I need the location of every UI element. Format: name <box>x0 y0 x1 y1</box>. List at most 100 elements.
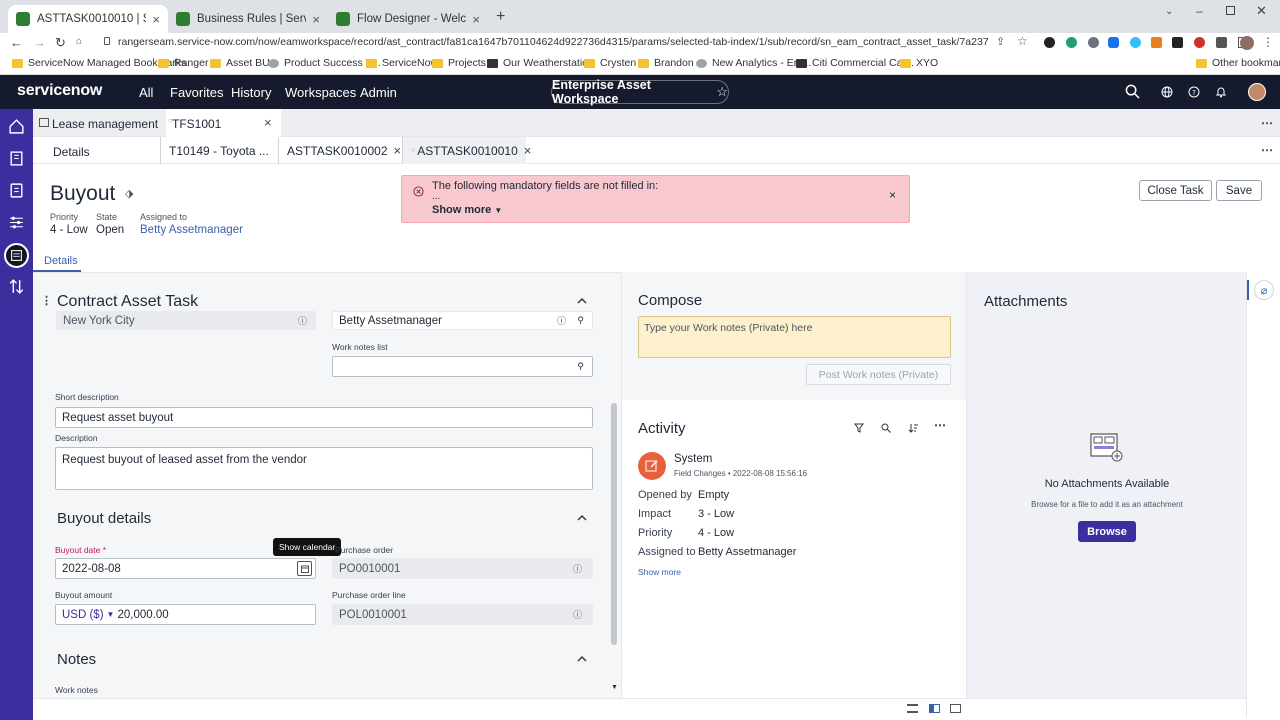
extension-icon[interactable] <box>1108 37 1119 48</box>
bookmark-item[interactable]: Citi Commercial Car... <box>796 57 914 69</box>
info-icon[interactable]: ⓘ <box>557 314 566 327</box>
tab-details[interactable]: Details <box>53 145 90 159</box>
search-icon[interactable]: ⚲ <box>577 361 584 372</box>
close-tab-icon[interactable]: × <box>394 143 402 158</box>
bookmark-item[interactable]: New Analytics - Em... <box>696 57 811 69</box>
servicenow-logo[interactable]: servicenow <box>17 82 102 100</box>
info-icon[interactable]: ⓘ <box>573 608 582 621</box>
search-icon[interactable]: ⚲ <box>577 315 584 326</box>
scroll-down-icon[interactable]: ▼ <box>611 684 618 691</box>
bookmark-item[interactable]: Asset BU <box>210 57 270 69</box>
sort-arrows-icon[interactable] <box>8 278 25 295</box>
tab-t10149[interactable]: T10149 - Toyota ... <box>160 137 278 164</box>
close-task-button[interactable]: Close Task <box>1139 180 1212 201</box>
buyout-amount-input[interactable]: USD ($) ▼ 20,000.00 <box>55 604 316 625</box>
drag-handle-icon[interactable]: ⋮ <box>41 294 52 307</box>
bookmark-item[interactable]: ServiceNow <box>366 57 438 69</box>
tab-asttask0010010[interactable]: ○ ASTTASK0010010 × <box>402 137 531 164</box>
clipboard-icon[interactable] <box>8 182 25 199</box>
home-icon[interactable] <box>8 118 25 135</box>
extension-icon[interactable] <box>1088 37 1099 48</box>
tab-lease-management[interactable]: Lease management <box>52 117 158 131</box>
collapse-chevron-icon[interactable] <box>577 655 587 662</box>
home-icon[interactable]: ⌂ <box>76 36 82 47</box>
search-icon[interactable] <box>881 423 891 433</box>
nav-admin[interactable]: Admin <box>360 85 397 100</box>
work-notes-list-field[interactable]: ⚲ <box>332 356 593 377</box>
extension-icon[interactable] <box>1151 37 1162 48</box>
sliders-icon[interactable] <box>8 214 25 231</box>
purchase-order-line-field[interactable]: POL0010001 ⓘ <box>332 604 593 625</box>
location-field[interactable]: New York City ⓘ <box>56 311 316 330</box>
favorite-star-icon[interactable]: ☆ <box>716 84 728 100</box>
collapse-chevron-icon[interactable] <box>577 514 587 521</box>
bookmark-item[interactable]: Projects <box>432 57 486 69</box>
close-alert-icon[interactable]: × <box>889 188 896 202</box>
list-view-icon[interactable] <box>907 704 918 713</box>
tab-asttask0010002[interactable]: ASTTASK0010002 × <box>278 137 402 164</box>
short-description-input[interactable]: Request asset buyout <box>55 407 593 428</box>
description-textarea[interactable]: Request buyout of leased asset from the … <box>55 447 593 490</box>
help-icon[interactable]: ? <box>1188 86 1200 98</box>
show-more-link[interactable]: Show more ▼ <box>432 204 502 216</box>
bookmark-item[interactable]: Crysten <box>584 57 636 69</box>
nav-favorites[interactable]: Favorites <box>170 85 223 100</box>
extensions-puzzle-icon[interactable] <box>1216 37 1227 48</box>
building-icon[interactable] <box>8 150 25 167</box>
close-window-icon[interactable]: ✕ <box>1256 3 1267 19</box>
search-icon[interactable] <box>1125 84 1140 99</box>
form-scrollbar[interactable] <box>611 403 617 645</box>
info-icon[interactable]: ⓘ <box>298 314 307 327</box>
minimize-icon[interactable]: – <box>1196 4 1203 18</box>
forward-icon[interactable]: → <box>33 35 46 50</box>
close-tab-icon[interactable]: × <box>152 12 160 27</box>
bookmark-star-icon[interactable]: ☆ <box>1017 34 1028 48</box>
bookmark-item[interactable]: Our Weatherstation <box>487 57 594 69</box>
back-icon[interactable]: ← <box>10 35 23 50</box>
more-icon[interactable]: ⋯ <box>1261 143 1273 157</box>
extension-icon[interactable] <box>1044 37 1055 48</box>
other-bookmarks[interactable]: Other bookmarks <box>1196 57 1280 69</box>
tab-tfs1001[interactable]: ○ TFS1001 × <box>166 109 281 137</box>
buyout-date-input[interactable]: 2022-08-08 <box>55 558 316 579</box>
browser-tab[interactable]: ASTTASK0010010 | ServiceNow × <box>8 5 168 33</box>
maximize-icon[interactable] <box>1226 6 1235 15</box>
post-work-notes-button[interactable]: Post Work notes (Private) <box>806 364 951 385</box>
browse-button[interactable]: Browse <box>1078 521 1136 542</box>
globe-icon[interactable] <box>1161 86 1173 98</box>
assigned-to-field[interactable]: Betty Assetmanager ⓘ ⚲ <box>332 311 593 330</box>
tag-icon[interactable]: ⬗ <box>125 187 133 200</box>
nav-all[interactable]: All <box>139 85 153 100</box>
reload-icon[interactable]: ↻ <box>55 35 66 51</box>
bookmark-item[interactable]: Product Success V... <box>268 57 381 69</box>
paperclip-icon[interactable]: ⌀ <box>1254 280 1274 300</box>
extension-icon[interactable] <box>1066 37 1077 48</box>
address-bar[interactable]: rangerseam.service-now.com/now/eamworksp… <box>118 36 988 48</box>
save-button[interactable]: Save <box>1216 180 1262 201</box>
new-tab-icon[interactable]: + <box>496 8 505 26</box>
assigned-link[interactable]: Betty Assetmanager <box>140 224 243 236</box>
close-tab-icon[interactable]: × <box>472 12 480 27</box>
more-icon[interactable]: ⋯ <box>1261 116 1273 130</box>
currency-select[interactable]: USD ($) <box>62 609 104 621</box>
nav-history[interactable]: History <box>231 85 271 100</box>
filter-icon[interactable] <box>854 423 864 433</box>
close-tab-icon[interactable]: × <box>312 12 320 27</box>
single-view-icon[interactable] <box>950 704 961 713</box>
nav-workspaces[interactable]: Workspaces <box>285 85 356 100</box>
sort-icon[interactable] <box>908 423 918 433</box>
collapse-chevron-icon[interactable] <box>577 297 587 304</box>
info-icon[interactable]: ⓘ <box>573 562 582 575</box>
extension-icon[interactable] <box>1172 37 1183 48</box>
bookmark-item[interactable]: Brandon <box>638 57 694 69</box>
bookmark-item[interactable]: XYO <box>900 57 938 69</box>
calendar-button[interactable] <box>297 561 312 576</box>
activity-show-more-link[interactable]: Show more <box>638 567 681 577</box>
tab-details-form[interactable]: Details <box>44 255 78 267</box>
purchase-order-field[interactable]: PO0010001 ⓘ <box>332 558 593 579</box>
profile-avatar[interactable] <box>1240 36 1254 50</box>
workspace-selector[interactable]: Enterprise Asset Workspace ☆ <box>551 78 729 106</box>
extension-icon[interactable] <box>1194 37 1205 48</box>
browser-tab[interactable]: Business Rules | ServiceNow × <box>168 5 328 33</box>
browser-tab[interactable]: Flow Designer - Welcome × <box>328 5 488 33</box>
